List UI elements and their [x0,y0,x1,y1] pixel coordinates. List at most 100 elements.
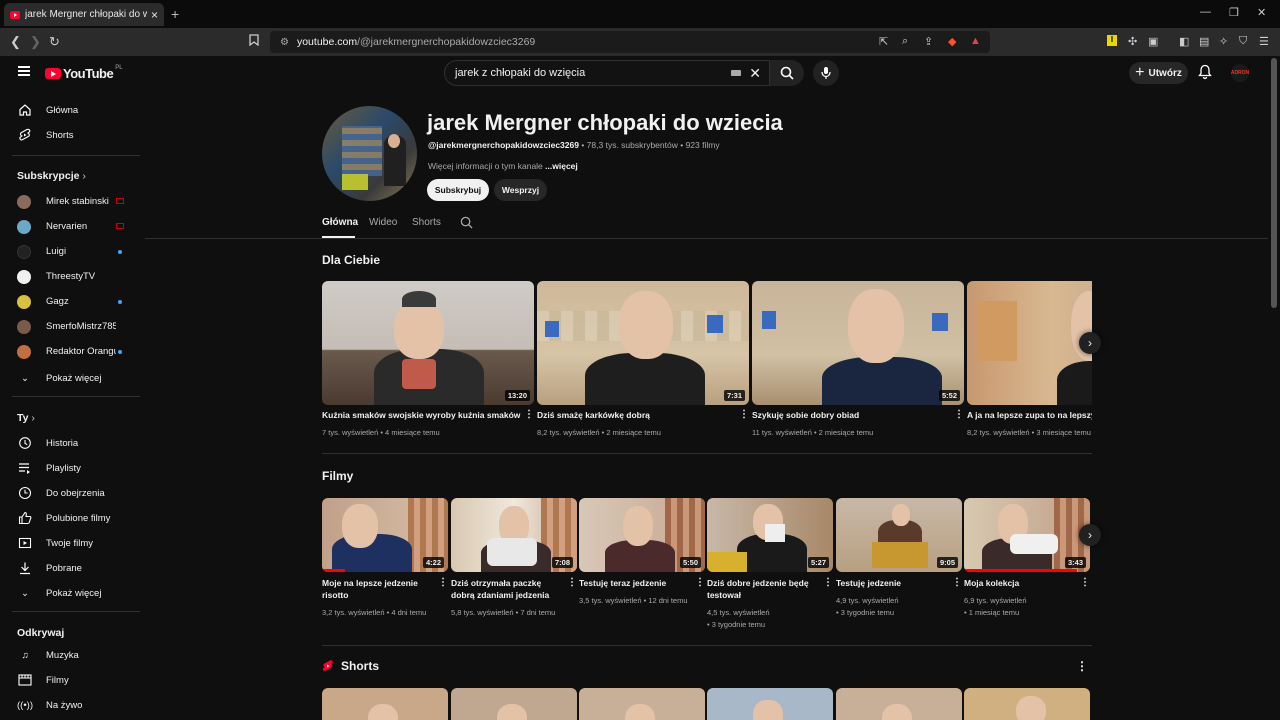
keyboard-icon[interactable] [731,70,741,76]
zoom-icon[interactable]: ⌕ [902,35,908,48]
video-title[interactable]: Dziś smażę karkówkę dobrą [537,409,737,421]
short-thumbnail[interactable] [322,688,448,720]
back-icon[interactable]: ❮ [10,34,21,50]
video-thumbnail[interactable]: 4:22 [322,498,448,572]
brave-shield-icon[interactable]: ◆ [948,35,956,48]
sidebar-item-your-videos[interactable]: Twoje filmy [0,531,145,555]
video-thumbnail[interactable]: 9:05 [836,498,962,572]
sidebar-subscription[interactable]: Luigi [0,240,145,264]
sidebar-subscription[interactable]: ThreestyTV [0,265,145,289]
video-thumbnail[interactable]: 5:50 [579,498,705,572]
reload-icon[interactable]: ↻ [49,34,60,50]
video-title[interactable]: Moje na lepsze jedzenie risotto [322,577,434,601]
scrollbar-thumb[interactable] [1271,58,1277,308]
sidebar-item-watch-later[interactable]: Do obejrzenia [0,481,145,505]
short-thumbnail[interactable] [707,688,833,720]
menu-icon[interactable]: ☰ [1259,35,1269,48]
video-title[interactable]: Moja kolekcja [964,577,1076,589]
video-title[interactable]: A ja na lepsze zupa to na lepszy ty [967,409,1092,421]
sidebar-subscription[interactable]: SmerfoMistrz785 [0,315,145,339]
more-options-icon[interactable]: ⋮ [739,409,749,420]
more-options-icon[interactable]: ⋮ [823,577,833,588]
video-title[interactable]: Testuję teraz jedzenie [579,577,691,589]
video-thumbnail[interactable]: 13:20 [322,281,534,405]
tab-close-icon[interactable]: × [151,8,158,22]
page-scrollbar[interactable] [1268,56,1280,720]
video-thumbnail[interactable]: 5:27 [707,498,833,572]
sidebar-subscription[interactable]: Redaktor Orangu... [0,340,145,364]
short-thumbnail[interactable] [579,688,705,720]
sidebar-item-downloads[interactable]: Pobrane [0,556,145,580]
new-tab-icon[interactable]: + [171,6,179,22]
search-button[interactable] [770,60,804,86]
share-icon[interactable]: ⇪ [924,35,933,48]
more-options-icon[interactable]: ⋮ [952,577,962,588]
extensions-icon[interactable]: ✣ [1128,35,1137,48]
support-button[interactable]: Wesprzyj [494,179,547,201]
video-card[interactable]: A ja na lepsze zupa to na lepszy ty 8,2 … [967,281,1092,451]
tab-home[interactable]: Główna [322,217,358,228]
sidebar-subscription[interactable]: Gagz [0,290,145,314]
minimize-icon[interactable]: — [1200,6,1211,18]
video-title[interactable]: Dziś dobre jedzenie będę testował [707,577,819,601]
brave-rewards-icon[interactable]: ▲ [970,35,981,47]
you-heading[interactable]: Ty › [17,412,35,424]
channel-description[interactable]: Więcej informacji o tym kanale ...więcej [428,161,578,171]
tab-videos[interactable]: Wideo [369,217,397,228]
subscriptions-heading[interactable]: Subskrypcje › [17,170,86,182]
sidebar-item-movies[interactable]: Filmy [0,668,145,692]
sidebar-show-more[interactable]: ⌄ Pokaż więcej [0,581,145,605]
subscribe-button[interactable]: Subskrybuj [427,179,489,201]
video-title[interactable]: Szykuję sobie dobry obiad [752,409,952,421]
carousel-next-button[interactable]: › [1079,524,1101,546]
browser-tab[interactable]: jarek Mergner chłopaki do wzie × [4,3,164,26]
video-thumbnail[interactable] [967,281,1092,405]
sidebar-item-live[interactable]: ((•)) Na żywo [0,693,145,717]
more-options-icon[interactable]: ⋮ [567,577,577,588]
notifications-bell-icon[interactable] [1198,64,1212,85]
leo-ai-icon[interactable]: ✧ [1219,35,1228,48]
sidebar-subscription[interactable]: Mirek stabinski [0,190,145,214]
wallet-icon[interactable]: ▤ [1199,35,1209,48]
sidebar-toggle-icon[interactable]: ◧ [1179,35,1189,48]
sidebar-item-playlists[interactable]: Playlisty [0,456,145,480]
channel-avatar-large[interactable] [322,106,417,201]
forward-icon[interactable]: ❯ [30,34,41,50]
short-thumbnail[interactable] [836,688,962,720]
vpn-icon[interactable]: ⛉ [1239,35,1247,48]
more-options-icon[interactable]: ⋮ [695,577,705,588]
more-link[interactable]: ...więcej [545,161,578,171]
short-thumbnail[interactable] [451,688,577,720]
site-info-icon[interactable]: ⚙ [280,37,289,48]
extension-icon[interactable]: I [1107,35,1117,46]
video-thumbnail[interactable]: 7:31 [537,281,749,405]
maximize-icon[interactable]: ❐ [1229,6,1239,19]
channel-search-icon[interactable] [460,216,473,232]
short-thumbnail[interactable] [964,688,1090,720]
search-input[interactable]: jarek z chłopaki do wzięcia ✕ [444,60,770,86]
video-thumbnail[interactable]: 5:52 [752,281,964,405]
video-title[interactable]: Kuźnia smaków swojskie wyroby kuźnia sma… [322,409,522,421]
account-avatar[interactable]: ADRON [1231,64,1249,82]
clear-search-icon[interactable]: ✕ [749,65,761,82]
carousel-next-button[interactable]: › [1079,332,1101,354]
sidebar-item-history[interactable]: Historia [0,431,145,455]
sidebar-item-music[interactable]: ♫ Muzyka [0,643,145,667]
sidebar-subscription[interactable]: Nervarien [0,215,145,239]
reader-icon[interactable]: ▣ [1148,35,1158,48]
sidebar-show-more[interactable]: ⌄ Pokaż więcej [0,366,145,390]
sidebar-item-liked[interactable]: Polubione filmy [0,506,145,530]
video-title[interactable]: Testuję jedzenie [836,577,948,589]
open-in-app-icon[interactable]: ⇱ [879,35,888,48]
voice-search-button[interactable] [813,60,839,86]
more-options-icon[interactable]: ⋮ [524,409,534,420]
video-thumbnail[interactable]: 7:08 [451,498,577,572]
more-options-icon[interactable]: ⋮ [954,409,964,420]
video-title[interactable]: Dziś otrzymała paczkę dobrą zdaniami jed… [451,577,563,601]
video-thumbnail[interactable]: 3:43 [964,498,1090,572]
hamburger-menu-icon[interactable] [18,66,30,76]
youtube-logo[interactable]: YouTube PL [45,65,123,81]
shorts-more-options-icon[interactable]: ⋮ [1076,659,1088,673]
tab-shorts[interactable]: Shorts [412,217,441,228]
more-options-icon[interactable]: ⋮ [1080,577,1090,588]
